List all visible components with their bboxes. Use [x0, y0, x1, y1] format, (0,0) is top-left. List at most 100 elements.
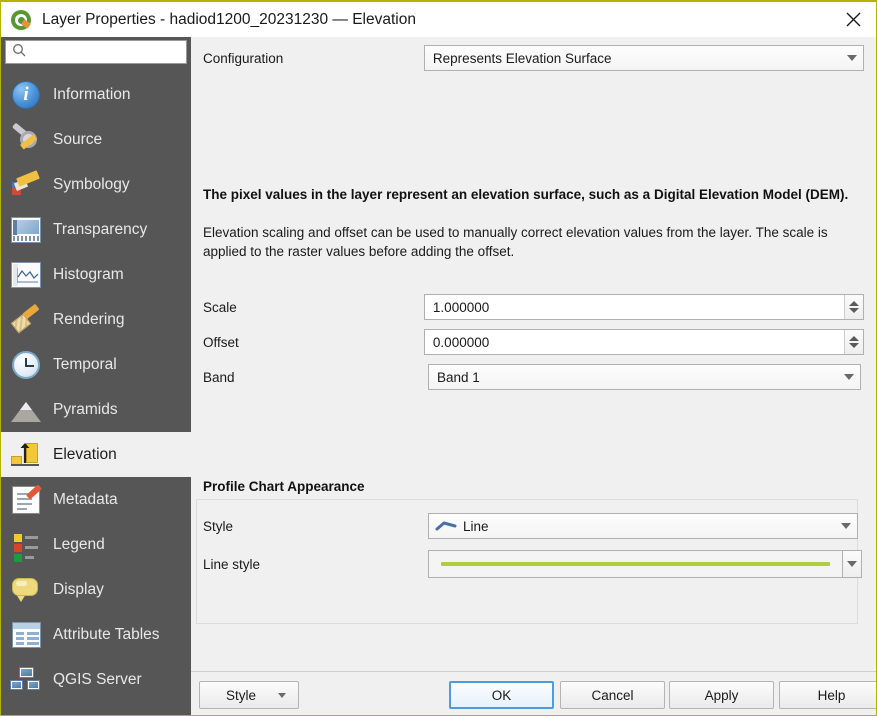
- sidebar-item-label: Temporal: [53, 355, 117, 373]
- sidebar-item-label: Rendering: [53, 310, 125, 328]
- search-box[interactable]: [5, 40, 187, 64]
- search-input[interactable]: [32, 45, 172, 59]
- sidebar-item-display[interactable]: Display: [1, 567, 191, 612]
- title-bar: Layer Properties - hadiod1200_20231230 —…: [1, 2, 876, 37]
- content-panel: Configuration Represents Elevation Surfa…: [191, 37, 876, 715]
- attribute-tables-icon: [7, 618, 45, 652]
- style-row: Style Line: [191, 513, 876, 539]
- profile-chart-title: Profile Chart Appearance: [203, 479, 365, 494]
- close-icon[interactable]: [830, 2, 876, 37]
- qgis-server-icon: [7, 663, 45, 697]
- sidebar-item-rendering[interactable]: Rendering: [1, 297, 191, 342]
- sidebar-item-qgis-server[interactable]: QGIS Server: [1, 657, 191, 702]
- line-symbol-icon: [435, 519, 457, 533]
- chevron-down-icon: [838, 374, 860, 380]
- rendering-icon: [7, 303, 45, 337]
- sidebar-item-label: Legend: [53, 535, 105, 553]
- scale-value: 1.000000: [432, 299, 490, 315]
- elevation-icon: [7, 438, 45, 472]
- help-button-label: Help: [817, 687, 846, 703]
- search-icon: [12, 43, 26, 62]
- metadata-icon: [7, 483, 45, 517]
- display-icon: [7, 573, 45, 607]
- sidebar-item-label: Elevation: [53, 445, 117, 463]
- sidebar-item-attribute-tables[interactable]: Attribute Tables: [1, 612, 191, 657]
- offset-spinbox[interactable]: 0.000000: [423, 329, 864, 355]
- configuration-dropdown[interactable]: Represents Elevation Surface: [423, 45, 864, 71]
- chevron-down-icon: [835, 523, 857, 529]
- band-label: Band: [203, 369, 235, 385]
- sidebar-item-pyramids[interactable]: Pyramids: [1, 387, 191, 432]
- line-style-row: Line style: [191, 550, 876, 578]
- offset-value: 0.000000: [432, 334, 490, 350]
- sidebar-item-legend[interactable]: Legend: [1, 522, 191, 567]
- sidebar-item-source[interactable]: Source: [1, 117, 191, 162]
- qgis-logo-icon: [10, 9, 32, 31]
- temporal-icon: [7, 348, 45, 382]
- configuration-row: Configuration Represents Elevation Surfa…: [191, 45, 876, 71]
- apply-button-label: Apply: [704, 687, 739, 703]
- sidebar-item-label: Histogram: [53, 265, 124, 283]
- window-title: Layer Properties - hadiod1200_20231230 —…: [42, 10, 416, 28]
- style-label: Style: [203, 518, 234, 534]
- source-icon: [7, 122, 45, 157]
- sidebar-item-label: Transparency: [53, 220, 148, 238]
- offset-stepper[interactable]: [844, 330, 863, 354]
- sidebar-item-label: Attribute Tables: [53, 625, 160, 643]
- description-bold: The pixel values in the layer represent …: [203, 187, 849, 202]
- sidebar: i Information Source Symbology Transpare…: [1, 37, 191, 715]
- sidebar-item-label: Symbology: [53, 175, 130, 193]
- legend-icon: [7, 528, 45, 562]
- sidebar-item-elevation[interactable]: Elevation: [1, 432, 191, 477]
- sidebar-item-histogram[interactable]: Histogram: [1, 252, 191, 297]
- sidebar-item-label: Information: [53, 85, 131, 103]
- style-menu-button[interactable]: Style: [199, 681, 299, 709]
- cancel-button-label: Cancel: [591, 687, 634, 703]
- sidebar-item-transparency[interactable]: Transparency: [1, 207, 191, 252]
- sidebar-item-information[interactable]: i Information: [1, 72, 191, 117]
- scale-spinbox[interactable]: 1.000000: [423, 294, 864, 320]
- band-dropdown[interactable]: Band 1: [428, 364, 861, 390]
- layer-properties-dialog: Layer Properties - hadiod1200_20231230 —…: [0, 0, 877, 716]
- description-block: The pixel values in the layer represent …: [203, 187, 858, 261]
- style-dropdown[interactable]: Line: [428, 513, 858, 539]
- cancel-button[interactable]: Cancel: [560, 681, 665, 709]
- line-style-label: Line style: [203, 556, 261, 572]
- transparency-icon: [7, 213, 45, 247]
- symbology-icon: [7, 168, 45, 202]
- help-button[interactable]: Help: [779, 681, 876, 709]
- sidebar-search: [1, 37, 191, 67]
- sidebar-nav-list: i Information Source Symbology Transpare…: [1, 72, 191, 702]
- band-value: Band 1: [437, 369, 480, 385]
- line-style-color-bar: [441, 562, 830, 566]
- scale-label: Scale: [203, 299, 237, 315]
- line-style-dropdown-button[interactable]: [843, 550, 862, 578]
- sidebar-item-temporal[interactable]: Temporal: [1, 342, 191, 387]
- scale-row: Scale 1.000000: [191, 294, 876, 320]
- dialog-button-bar: Style OK Cancel Apply Help: [191, 671, 876, 715]
- sidebar-item-label: Source: [53, 130, 103, 148]
- pyramids-icon: [7, 393, 45, 427]
- sidebar-item-symbology[interactable]: Symbology: [1, 162, 191, 207]
- offset-row: Offset 0.000000: [191, 329, 876, 355]
- chevron-down-icon: [847, 561, 857, 567]
- sidebar-item-label: Pyramids: [53, 400, 118, 418]
- sidebar-item-label: Display: [53, 580, 104, 598]
- configuration-value: Represents Elevation Surface: [432, 50, 612, 66]
- line-style-preview[interactable]: [428, 550, 843, 578]
- scale-stepper[interactable]: [844, 295, 863, 319]
- style-value: Line: [463, 518, 489, 534]
- offset-label: Offset: [203, 334, 239, 350]
- sidebar-item-metadata[interactable]: Metadata: [1, 477, 191, 522]
- style-button-label: Style: [225, 687, 256, 703]
- ok-button[interactable]: OK: [449, 681, 554, 709]
- description-paragraph: Elevation scaling and offset can be used…: [203, 225, 828, 259]
- sidebar-item-label: Metadata: [53, 490, 118, 508]
- sidebar-item-label: QGIS Server: [53, 670, 142, 688]
- band-row: Band Band 1: [191, 364, 876, 390]
- ok-button-label: OK: [491, 687, 512, 703]
- chevron-down-icon: [841, 55, 863, 61]
- information-icon: i: [7, 78, 45, 112]
- apply-button[interactable]: Apply: [669, 681, 774, 709]
- configuration-label: Configuration: [203, 50, 284, 66]
